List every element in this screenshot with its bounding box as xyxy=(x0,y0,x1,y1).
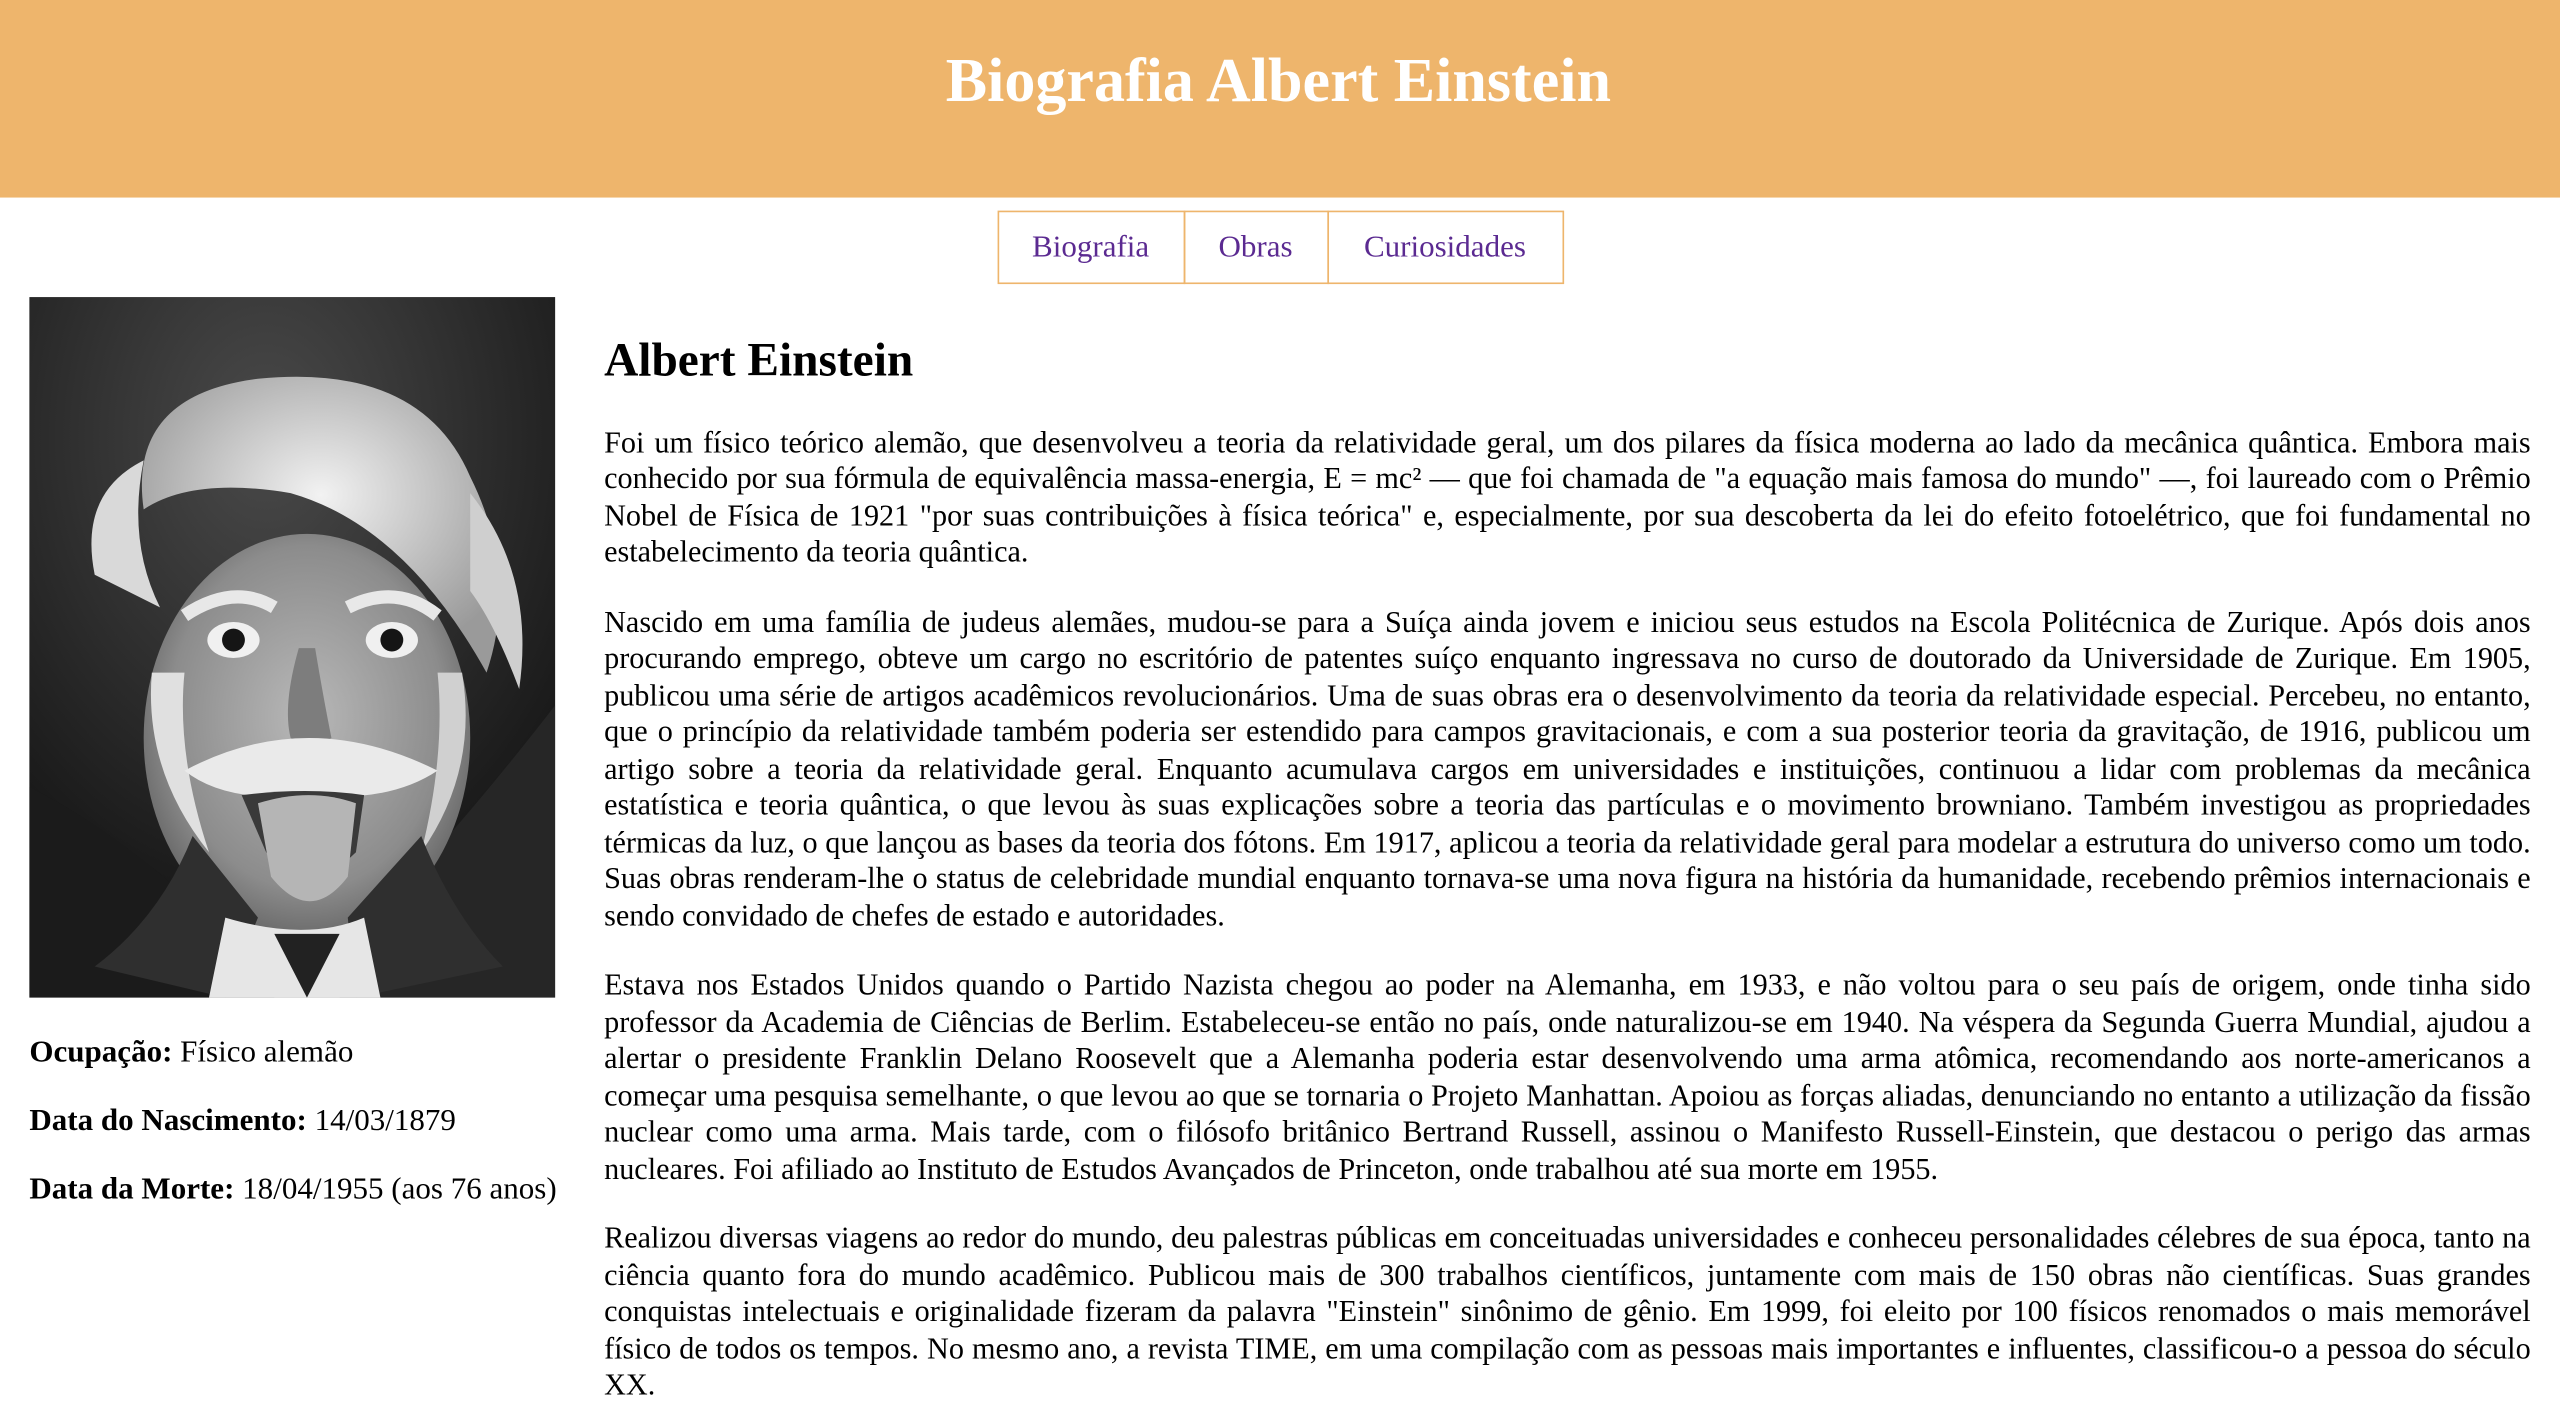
birth-date-label: Data do Nascimento: xyxy=(29,1103,307,1138)
nav-link-curiosidades[interactable]: Curiosidades xyxy=(1326,210,1564,285)
einstein-photo xyxy=(29,297,556,998)
content: Ocupação: Físico alemão Data do Nascimen… xyxy=(0,297,2560,1405)
site-title: Biografia Albert Einstein xyxy=(945,46,1612,116)
death-date-value: 18/04/1955 (aos 76 anos) xyxy=(234,1171,557,1206)
birth-date: Data do Nascimento: 14/03/1879 xyxy=(29,1103,604,1140)
bio-paragraph: Realizou diversas viagens ao redor do mu… xyxy=(604,1223,2531,1403)
main-content: Albert Einstein Foi um físico teórico al… xyxy=(604,297,2531,1405)
nav-link-obras[interactable]: Obras xyxy=(1182,210,1329,285)
page: Biografia Albert Einstein Biografia Obra… xyxy=(0,0,2560,1405)
site-header: Biografia Albert Einstein xyxy=(0,0,2560,198)
sidebar: Ocupação: Físico alemão Data do Nascimen… xyxy=(0,297,604,1405)
bio-paragraph: Nascido em uma família de judeus alemães… xyxy=(604,607,2531,934)
main-nav: Biografia Obras Curiosidades xyxy=(0,210,2560,285)
death-date: Data da Morte: 18/04/1955 (aos 76 anos) xyxy=(29,1172,604,1209)
bio-paragraph: Foi um físico teórico alemão, que desenv… xyxy=(604,427,2531,571)
occupation-label: Ocupação: xyxy=(29,1035,173,1070)
nav-link-biografia[interactable]: Biografia xyxy=(996,210,1185,285)
bio-paragraph: Estava nos Estados Unidos quando o Parti… xyxy=(604,970,2531,1187)
birth-date-value: 14/03/1879 xyxy=(306,1103,456,1138)
death-date-label: Data da Morte: xyxy=(29,1171,235,1206)
occupation-value: Físico alemão xyxy=(172,1035,354,1070)
bio-title: Albert Einstein xyxy=(604,334,914,387)
occupation: Ocupação: Físico alemão xyxy=(29,1035,604,1072)
